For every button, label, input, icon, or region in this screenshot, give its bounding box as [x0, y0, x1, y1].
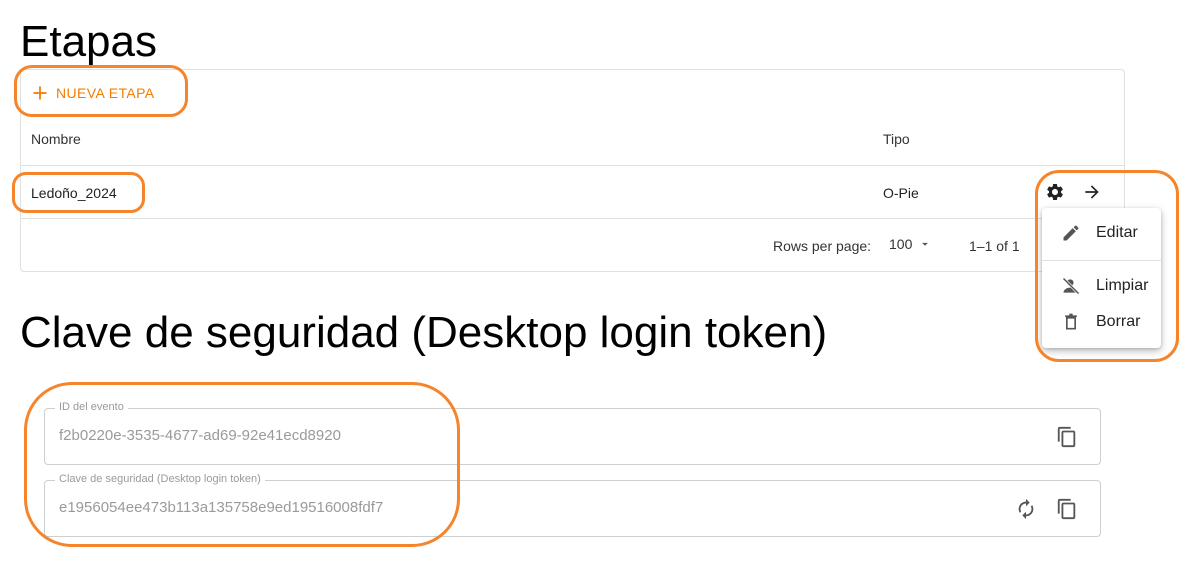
- rows-per-page-select[interactable]: 100: [889, 236, 932, 252]
- pencil-icon: [1060, 222, 1082, 244]
- event-id-field[interactable]: ID del evento f2b0220e-3535-4677-ad69-92…: [44, 401, 1101, 465]
- row-type-cell: O-Pie: [883, 185, 919, 201]
- security-token-value: e1956054ee473b113a135758e9ed19516008fdf7: [59, 499, 384, 516]
- column-header-name[interactable]: Nombre: [31, 131, 81, 147]
- menu-item-label: Limpiar: [1096, 277, 1149, 294]
- arrow-right-icon[interactable]: [1080, 180, 1104, 204]
- trash-icon: [1060, 311, 1082, 333]
- pagination-range: 1–1 of 1: [969, 238, 1020, 254]
- menu-item-clear[interactable]: Limpiar: [1042, 268, 1161, 304]
- event-id-value: f2b0220e-3535-4677-ad69-92e41ecd8920: [59, 427, 341, 444]
- caret-down-icon: [918, 237, 932, 251]
- menu-item-label: Editar: [1096, 224, 1138, 241]
- rows-per-page-label: Rows per page:: [773, 238, 872, 254]
- row-divider: [21, 218, 1124, 219]
- security-token-field[interactable]: Clave de seguridad (Desktop login token)…: [44, 473, 1101, 537]
- event-id-label: ID del evento: [55, 401, 128, 413]
- stages-title: Etapas: [20, 17, 157, 66]
- row-name-cell: Ledoño_2024: [31, 185, 117, 201]
- security-token-label: Clave de seguridad (Desktop login token): [55, 473, 265, 485]
- person-off-icon: [1060, 275, 1082, 297]
- menu-divider: [1042, 260, 1161, 261]
- plus-icon: [32, 85, 48, 101]
- gear-icon[interactable]: [1043, 180, 1067, 204]
- column-header-type[interactable]: Tipo: [883, 131, 910, 147]
- menu-item-delete[interactable]: Borrar: [1042, 304, 1161, 340]
- table-row[interactable]: Ledoño_2024 O-Pie: [21, 166, 1124, 218]
- copy-icon[interactable]: [1055, 425, 1079, 449]
- menu-item-label: Borrar: [1096, 313, 1141, 330]
- new-stage-button[interactable]: NUEVA ETAPA: [32, 81, 155, 105]
- refresh-icon[interactable]: [1014, 497, 1038, 521]
- menu-item-edit[interactable]: Editar: [1042, 215, 1161, 251]
- security-title: Clave de seguridad (Desktop login token): [20, 308, 828, 357]
- stages-table-card: NUEVA ETAPA Nombre Tipo Ledoño_2024 O-Pi…: [20, 69, 1125, 272]
- rows-per-page-value: 100: [889, 236, 913, 252]
- new-stage-label: NUEVA ETAPA: [56, 85, 155, 101]
- row-actions-menu: Editar Limpiar Borrar: [1042, 208, 1161, 348]
- copy-icon[interactable]: [1055, 497, 1079, 521]
